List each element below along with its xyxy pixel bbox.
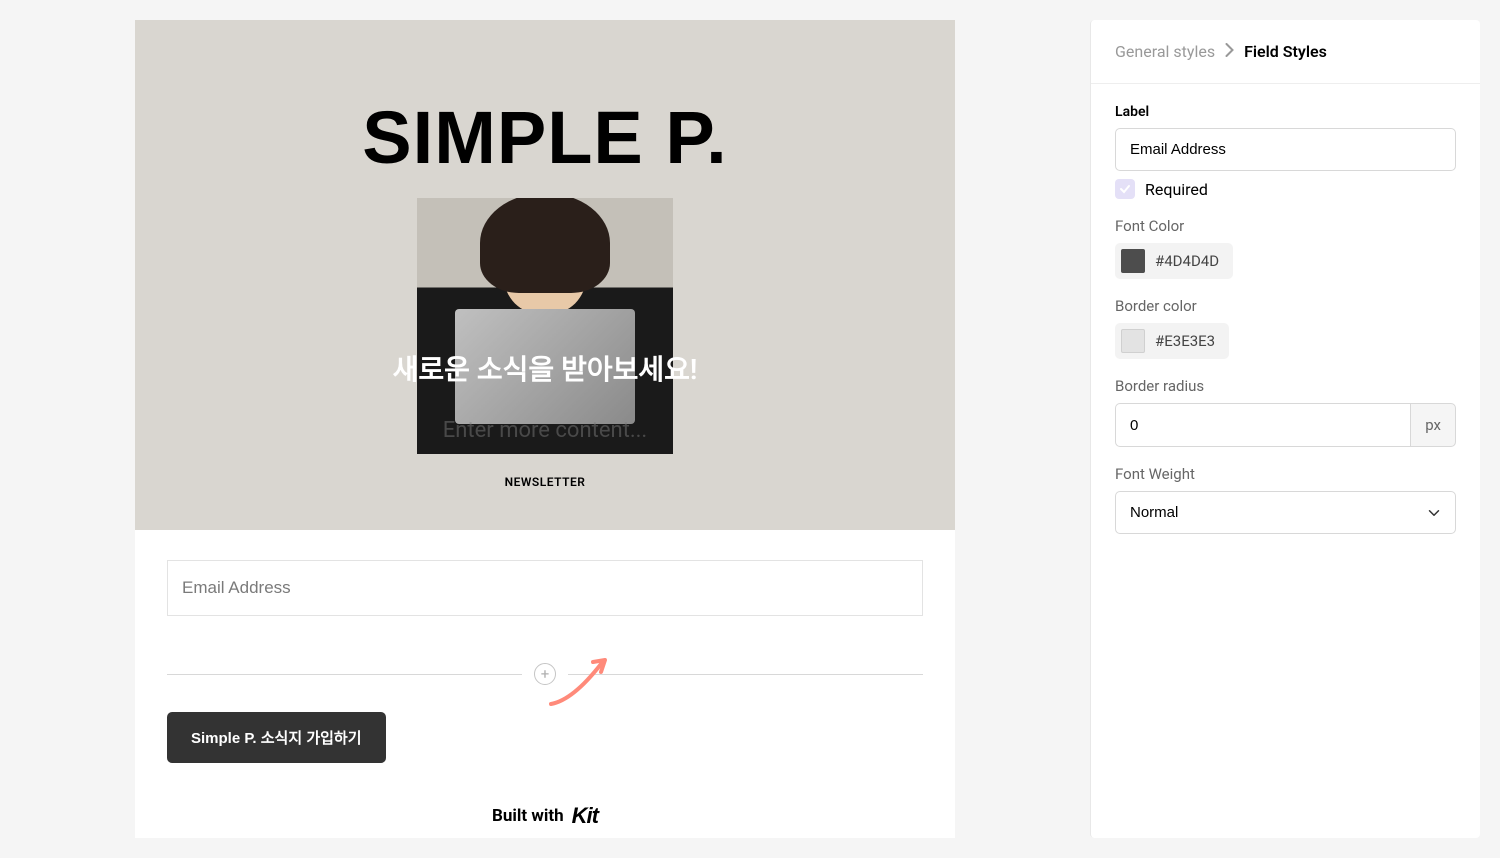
font-color-swatch	[1121, 249, 1145, 273]
font-color-picker[interactable]: #4D4D4D	[1115, 243, 1233, 279]
border-radius-input[interactable]	[1115, 403, 1410, 447]
breadcrumb: General styles Field Styles	[1091, 20, 1480, 84]
required-label: Required	[1145, 180, 1208, 199]
divider-line	[167, 674, 522, 675]
border-radius-input-group: px	[1115, 403, 1456, 447]
required-checkbox[interactable]	[1115, 179, 1135, 199]
label-input[interactable]	[1115, 128, 1456, 171]
border-color-group: Border color #E3E3E3	[1115, 297, 1456, 359]
add-field-button[interactable]: +	[534, 663, 556, 685]
canvas-area: SIMPLE P. 새로운 소식을 받아보세요! Enter more cont…	[0, 0, 1090, 858]
font-weight-group: Font Weight Normal	[1115, 465, 1456, 534]
hero-headline[interactable]: 새로운 소식을 받아보세요!	[135, 348, 955, 388]
border-radius-title: Border radius	[1115, 377, 1456, 395]
border-color-picker[interactable]: #E3E3E3	[1115, 323, 1229, 359]
check-icon	[1119, 183, 1131, 195]
submit-button[interactable]: Simple P. 소식지 가입하기	[167, 712, 386, 763]
hero-title[interactable]: SIMPLE P.	[362, 95, 727, 180]
font-weight-title: Font Weight	[1115, 465, 1456, 483]
plus-icon: +	[541, 667, 550, 682]
chevron-right-icon	[1225, 42, 1234, 61]
divider-line	[568, 674, 923, 675]
font-color-group: Font Color #4D4D4D	[1115, 217, 1456, 279]
built-with-text: Built with	[492, 806, 564, 826]
built-with-badge[interactable]: Built with Kit	[135, 793, 955, 858]
breadcrumb-prev[interactable]: General styles	[1115, 42, 1215, 61]
border-radius-group: Border radius px	[1115, 377, 1456, 447]
hero-section[interactable]: SIMPLE P. 새로운 소식을 받아보세요! Enter more cont…	[135, 20, 955, 530]
add-field-divider: +	[135, 663, 955, 685]
hero-image[interactable]	[417, 198, 673, 454]
form-fields-section	[135, 530, 955, 646]
unit-label: px	[1410, 403, 1456, 447]
font-color-hex: #4D4D4D	[1155, 252, 1219, 270]
submit-section: Simple P. 소식지 가입하기	[135, 702, 955, 793]
kit-logo: Kit	[572, 803, 598, 829]
font-color-title: Font Color	[1115, 217, 1456, 235]
email-input[interactable]	[167, 560, 923, 616]
content-placeholder[interactable]: Enter more content...	[135, 418, 955, 443]
label-field-group: Label Required	[1115, 104, 1456, 199]
border-color-hex: #E3E3E3	[1155, 332, 1215, 350]
form-preview: SIMPLE P. 새로운 소식을 받아보세요! Enter more cont…	[135, 20, 955, 838]
label-title: Label	[1115, 104, 1456, 120]
border-color-swatch	[1121, 329, 1145, 353]
breadcrumb-current: Field Styles	[1244, 42, 1327, 61]
border-color-title: Border color	[1115, 297, 1456, 315]
required-checkbox-row[interactable]: Required	[1115, 179, 1456, 199]
sidebar-content: Label Required Font Color #4D4D4D Border…	[1091, 84, 1480, 554]
newsletter-label: NEWSLETTER	[135, 475, 955, 489]
styles-sidebar: General styles Field Styles Label Requir…	[1090, 20, 1480, 838]
font-weight-select[interactable]: Normal	[1115, 491, 1456, 534]
